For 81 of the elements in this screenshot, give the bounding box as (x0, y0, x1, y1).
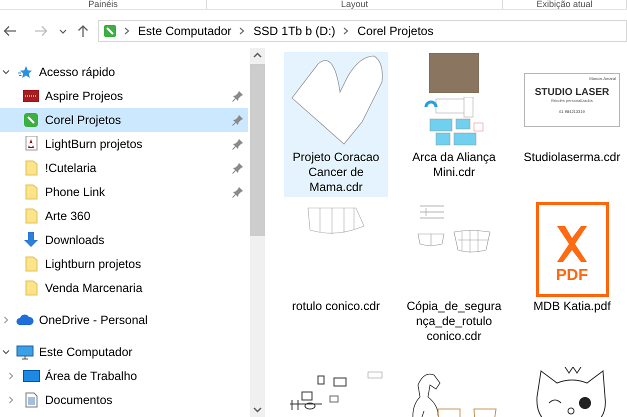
scroll-up-icon[interactable] (253, 52, 262, 58)
chevron-right-icon (124, 27, 130, 35)
nav-item[interactable]: Lightburn projetos (0, 252, 248, 276)
nav-item[interactable]: Este Computador (0, 340, 248, 364)
folder-icon (24, 256, 38, 272)
card-text: STUDIO LASER (534, 87, 610, 98)
nav-item[interactable]: Downloads (0, 228, 248, 252)
chevron-right-icon[interactable] (2, 316, 10, 324)
nav-item[interactable]: Phone Link (0, 180, 248, 204)
nav-label: Corel Projetos (45, 112, 122, 129)
folder-icon (24, 160, 38, 176)
pdf-label: PDF (556, 268, 588, 284)
pdf-logo-icon (555, 224, 589, 264)
chevron-down-icon[interactable] (2, 68, 10, 76)
file-tile[interactable]: Cópia_de_segurança_de_rotulo conico.cdr (402, 201, 506, 346)
nav-label: Phone Link (45, 184, 106, 201)
nav-item[interactable]: OneDrive - Personal (0, 308, 248, 332)
file-tile[interactable]: Arca da Aliança Mini.cdr (402, 52, 506, 197)
corel-app-icon (104, 25, 116, 37)
breadcrumb-item[interactable]: SSD 1Tb b (D:) (253, 22, 336, 40)
nav-item[interactable]: Acesso rápido (0, 60, 248, 84)
ribbon-group-label: Painéis (88, 0, 118, 9)
breadcrumb-item[interactable]: Corel Projetos (357, 22, 434, 40)
star-icon (18, 65, 32, 79)
nav-label: LightBurn projetos (45, 136, 144, 153)
nav-label: !Cutelaria (45, 160, 98, 177)
nav-item[interactable]: Documentos (0, 388, 248, 412)
chevron-right-icon (239, 27, 246, 35)
folder-icon (24, 280, 38, 296)
scrollbar-thumb[interactable] (250, 64, 265, 236)
scrollbar[interactable] (250, 48, 265, 417)
app-icon (23, 90, 39, 102)
nav-item[interactable]: LightBurn projetos (0, 132, 248, 156)
file-name: Studiolaserma.cdr (522, 150, 622, 165)
chevron-right-icon (343, 27, 350, 35)
nav-item[interactable]: Área de Trabalho (0, 364, 248, 388)
nav-label: Este Computador (39, 344, 134, 361)
up-arrow-icon[interactable] (77, 24, 89, 38)
nav-label: Área de Trabalho (45, 368, 138, 385)
desktop-icon (22, 369, 40, 383)
dropdown-caret-icon[interactable] (59, 28, 67, 34)
chevron-right-icon[interactable] (7, 396, 15, 404)
corel-app-icon (24, 113, 38, 127)
download-arrow-icon (23, 232, 39, 248)
nav-item[interactable]: Venda Marcenaria (0, 276, 248, 300)
ribbon-group-label: Layout (340, 0, 368, 9)
file-tile[interactable]: Projeto Coracao Cancer de Mama.cdr (284, 52, 388, 197)
nav-label: Arte 360 (45, 208, 92, 225)
file-name: MDB Katia.pdf (532, 299, 612, 314)
nav-item[interactable]: Corel Projetos (0, 108, 248, 132)
file-name: rotulo conico.cdr (290, 299, 382, 314)
folder-icon (24, 208, 38, 224)
nav-label: Lightburn projetos (45, 256, 142, 273)
computer-icon (16, 344, 34, 360)
breadcrumb-item[interactable]: Este Computador (138, 22, 232, 40)
nav-label: Venda Marcenaria (45, 280, 144, 297)
nav-item[interactable]: Arte 360 (0, 204, 248, 228)
chevron-down-icon[interactable] (2, 348, 10, 356)
photo-placeholder (429, 53, 479, 93)
file-tile[interactable]: rotulo conico.cdr (284, 201, 388, 346)
back-arrow-icon[interactable] (3, 25, 17, 37)
nav-item[interactable]: !Cutelaria (0, 156, 248, 180)
nav-label: Documentos (45, 392, 114, 409)
nav-label: Downloads (45, 232, 106, 249)
address-field[interactable]: Este Computador SSD 1Tb b (D:) Corel Projetos (98, 20, 627, 42)
chevron-right-icon[interactable] (7, 372, 15, 380)
nav-label: Acesso rápido (39, 64, 116, 81)
file-name: Arca da Aliança Mini.cdr (411, 150, 497, 180)
nav-label: Aspire Projeos (45, 88, 124, 105)
ribbon-group-label: Exibição atual (536, 0, 593, 9)
document-icon (24, 392, 38, 408)
box-layout-drawing (424, 97, 484, 147)
lightburn-app-icon (24, 136, 38, 152)
nav-item[interactable]: Aspire Projeos (0, 84, 248, 108)
nav-label: OneDrive - Personal (39, 312, 149, 329)
folder-icon (24, 184, 38, 200)
scroll-down-icon[interactable] (253, 407, 262, 413)
file-name: Projeto Coracao Cancer de Mama.cdr (292, 150, 380, 195)
cloud-icon (16, 314, 34, 326)
file-name: Cópia_de_segurança_de_rotulo conico.cdr (406, 299, 502, 344)
file-tile[interactable]: PDF MDB Katia.pdf (520, 201, 624, 346)
